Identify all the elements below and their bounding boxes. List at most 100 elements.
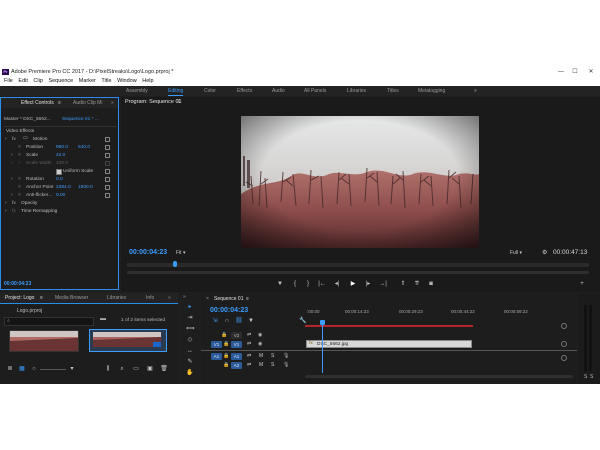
lock-icon[interactable]: 🔒 <box>223 362 229 368</box>
microphone-icon[interactable]: 🎙 <box>283 353 289 359</box>
step-back-icon[interactable]: ◂| <box>333 280 341 288</box>
nest-icon[interactable]: ⇲ <box>211 317 219 325</box>
stopwatch-icon[interactable]: ○ <box>18 177 21 182</box>
scroll-handle[interactable] <box>561 341 567 347</box>
param-anchor-point[interactable]: ○ Anchor Point 2384.0 1500.0 <box>1 184 118 192</box>
effect-controls-timecode[interactable]: 00:00:04:23 <box>4 281 31 287</box>
workspace-editing[interactable]: Editing <box>168 88 184 96</box>
scroll-handle[interactable] <box>561 323 567 329</box>
panel-menu-icon[interactable]: ≡ <box>246 296 249 302</box>
panel-menu-icon[interactable]: ≡ <box>58 100 61 106</box>
more-tabs-icon[interactable]: » <box>183 294 186 300</box>
stopwatch-icon[interactable]: ○ <box>18 153 21 158</box>
sequence-tab[interactable]: Sequence 01 <box>214 296 243 302</box>
more-tabs-icon[interactable]: » <box>168 295 171 301</box>
param-anti-flicker[interactable]: › ○ Anti-flicker... 0.00 <box>1 192 118 200</box>
expand-icon[interactable]: › <box>5 137 7 142</box>
timeline-ruler[interactable]: :00:00 00:00:14:23 00:00:29:23 00:00:44:… <box>305 307 573 319</box>
menu-title[interactable]: Title <box>101 78 111 84</box>
workspace-audio[interactable]: Audio <box>272 88 285 94</box>
mark-out-icon[interactable]: } <box>304 280 312 288</box>
workspace-color[interactable]: Color <box>204 88 216 94</box>
sync-lock-icon[interactable]: ⇄ <box>247 362 251 368</box>
zoom-out-circle-icon[interactable]: ○ <box>30 365 38 373</box>
settings-wrench-icon[interactable]: ⚙ <box>542 249 547 256</box>
track-a1-label[interactable]: A1 <box>231 353 242 360</box>
new-bin-icon[interactable]: ▬ <box>100 316 106 322</box>
source-v1-patch[interactable]: V1 <box>211 341 222 348</box>
stopwatch-icon[interactable]: ○ <box>18 145 21 150</box>
time-remapping-row[interactable]: › fx Time Remapping <box>1 208 118 216</box>
track-v1-label[interactable]: V1 <box>231 341 242 348</box>
tab-libraries[interactable]: Libraries <box>107 295 126 301</box>
menu-window[interactable]: Window <box>117 78 137 84</box>
reset-icon[interactable] <box>105 185 110 190</box>
reset-icon[interactable] <box>105 153 110 158</box>
param-scale[interactable]: › ○ Scale 42.0 <box>1 152 118 160</box>
uniform-scale-checkbox[interactable] <box>56 169 62 175</box>
go-to-in-icon[interactable]: |← <box>318 280 326 288</box>
tab-info[interactable]: Info <box>146 295 154 301</box>
more-workspaces-icon[interactable]: » <box>474 88 477 94</box>
eye-icon[interactable]: ◉ <box>258 341 262 347</box>
timeline-horizontal-scrollbar[interactable] <box>305 375 573 378</box>
workspace-effects[interactable]: Effects <box>237 88 252 94</box>
icon-view-icon[interactable]: ▦ <box>18 365 26 373</box>
media-thumbnail-1[interactable] <box>9 330 79 352</box>
mute-button[interactable]: M <box>259 362 263 368</box>
project-search-input[interactable]: ⌕ <box>4 317 94 326</box>
fit-dropdown[interactable]: Fit ▾ <box>176 250 185 256</box>
program-playhead-timecode[interactable]: 00:00:04:23 <box>129 249 167 256</box>
workspace-all-panels[interactable]: All Panels <box>304 88 326 94</box>
program-monitor-title[interactable]: Program: Sequence 01 <box>125 99 182 105</box>
sequence-clip-label[interactable]: Sequence 01 * ... <box>62 117 99 122</box>
selection-tool-icon[interactable]: ▸ <box>186 303 194 311</box>
track-v2-label[interactable]: V2 <box>231 332 242 339</box>
stopwatch-icon[interactable]: ○ <box>18 185 21 190</box>
close-sequence-icon[interactable]: × <box>206 296 209 302</box>
timeline-clip[interactable]: fx DSC_5662.jpg <box>306 340 472 348</box>
pen-tool-icon[interactable]: ✎ <box>186 358 194 366</box>
thumbnail-zoom-slider[interactable] <box>40 369 66 370</box>
track-a2-label[interactable]: A2 <box>231 362 242 369</box>
add-marker-icon[interactable]: ▼ <box>276 280 284 288</box>
add-marker-icon[interactable]: ▼ <box>247 317 255 325</box>
reset-icon[interactable] <box>105 145 110 150</box>
media-thumbnail-2[interactable] <box>89 329 167 352</box>
tab-media-browser[interactable]: Media Browser <box>55 295 88 301</box>
menu-help[interactable]: Help <box>142 78 153 84</box>
meter-solo-button[interactable]: S <box>584 374 587 380</box>
reset-icon[interactable] <box>105 169 110 174</box>
menu-edit[interactable]: Edit <box>18 78 27 84</box>
menu-clip[interactable]: Clip <box>33 78 42 84</box>
mark-in-icon[interactable]: { <box>291 280 299 288</box>
param-rotation[interactable]: › ○ Rotation 0.0 <box>1 176 118 184</box>
opacity-row[interactable]: › fx Opacity <box>1 200 118 208</box>
param-position[interactable]: ○ Position 960.0 540.0 <box>1 144 118 152</box>
workspace-titles[interactable]: Titles <box>387 88 399 94</box>
meter-solo-button-2[interactable]: S <box>590 374 593 380</box>
quality-dropdown[interactable]: Full ▾ <box>510 250 522 256</box>
param-uniform-scale[interactable]: Uniform Scale <box>1 168 118 176</box>
program-playhead[interactable] <box>173 261 177 267</box>
solo-button[interactable]: S <box>271 353 274 359</box>
master-clip-label[interactable]: Master * DSC_5662... <box>4 117 51 122</box>
slip-tool-icon[interactable]: ↔ <box>186 347 194 355</box>
maximize-button[interactable]: ☐ <box>568 67 582 77</box>
workspace-assembly[interactable]: Assembly <box>126 88 148 94</box>
new-item-icon[interactable]: ▣ <box>146 365 154 373</box>
solo-button[interactable]: S <box>271 362 274 368</box>
tab-audio-clip-mixer[interactable]: Audio Clip Mi <box>73 100 102 106</box>
list-view-icon[interactable]: ≣ <box>6 365 14 373</box>
tab-effect-controls[interactable]: Effect Controls <box>21 100 54 106</box>
close-button[interactable]: ✕ <box>584 67 598 77</box>
lock-icon[interactable]: 🔒 <box>223 353 229 359</box>
program-time-ruler[interactable] <box>127 263 589 267</box>
microphone-icon[interactable]: 🎙 <box>283 362 289 368</box>
sync-lock-icon[interactable]: ⇄ <box>247 353 251 359</box>
lift-icon[interactable]: ⇑ <box>399 280 407 288</box>
hand-tool-icon[interactable]: ✋ <box>186 369 194 377</box>
zoom-scrollbar[interactable] <box>127 271 589 274</box>
trash-icon[interactable]: 🗑 <box>160 365 168 373</box>
button-editor-icon[interactable]: + <box>578 280 586 288</box>
